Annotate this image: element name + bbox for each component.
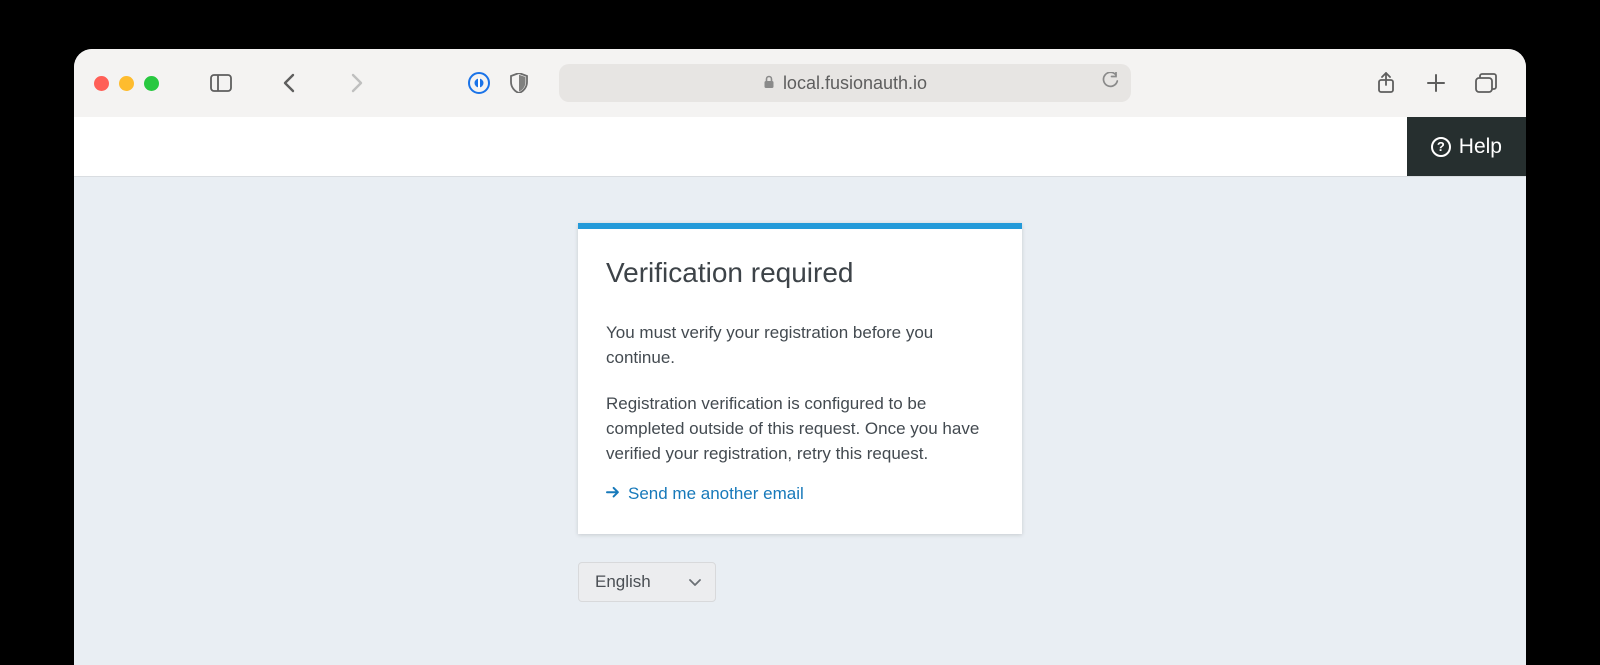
chevron-down-icon xyxy=(689,572,701,592)
sidebar-toggle-icon[interactable] xyxy=(207,69,235,97)
password-manager-icon[interactable] xyxy=(465,69,493,97)
verification-card: Verification required You must verify yo… xyxy=(578,223,1022,534)
resend-email-row: Send me another email xyxy=(606,484,994,504)
new-tab-icon[interactable] xyxy=(1422,69,1450,97)
privacy-shield-icon[interactable] xyxy=(505,69,533,97)
toolbar-right xyxy=(1372,69,1500,97)
language-select[interactable]: English xyxy=(578,562,716,602)
app-topbar: ? Help xyxy=(74,117,1526,177)
close-window-button[interactable] xyxy=(94,76,109,91)
traffic-lights xyxy=(94,76,159,91)
resend-email-link[interactable]: Send me another email xyxy=(628,484,804,504)
back-button[interactable] xyxy=(275,69,303,97)
reload-icon[interactable] xyxy=(1102,72,1119,94)
language-select-value: English xyxy=(595,572,651,592)
forward-button[interactable] xyxy=(343,69,371,97)
lock-icon xyxy=(763,73,775,94)
browser-window: local.fusionauth.io xyxy=(74,49,1526,665)
help-button-label: Help xyxy=(1459,135,1502,159)
arrow-right-icon xyxy=(606,484,620,504)
help-icon: ? xyxy=(1431,137,1451,157)
help-button[interactable]: ? Help xyxy=(1407,117,1526,176)
card-paragraph-1: You must verify your registration before… xyxy=(606,321,994,370)
share-icon[interactable] xyxy=(1372,69,1400,97)
address-bar[interactable]: local.fusionauth.io xyxy=(559,64,1131,102)
tabs-overview-icon[interactable] xyxy=(1472,69,1500,97)
card-paragraph-2: Registration verification is configured … xyxy=(606,392,994,466)
maximize-window-button[interactable] xyxy=(144,76,159,91)
content-area: Verification required You must verify yo… xyxy=(74,177,1526,665)
minimize-window-button[interactable] xyxy=(119,76,134,91)
browser-toolbar: local.fusionauth.io xyxy=(74,49,1526,117)
card-title: Verification required xyxy=(606,257,994,289)
app-viewport: ? Help Verification required You must ve… xyxy=(74,117,1526,665)
address-bar-url: local.fusionauth.io xyxy=(783,73,927,94)
